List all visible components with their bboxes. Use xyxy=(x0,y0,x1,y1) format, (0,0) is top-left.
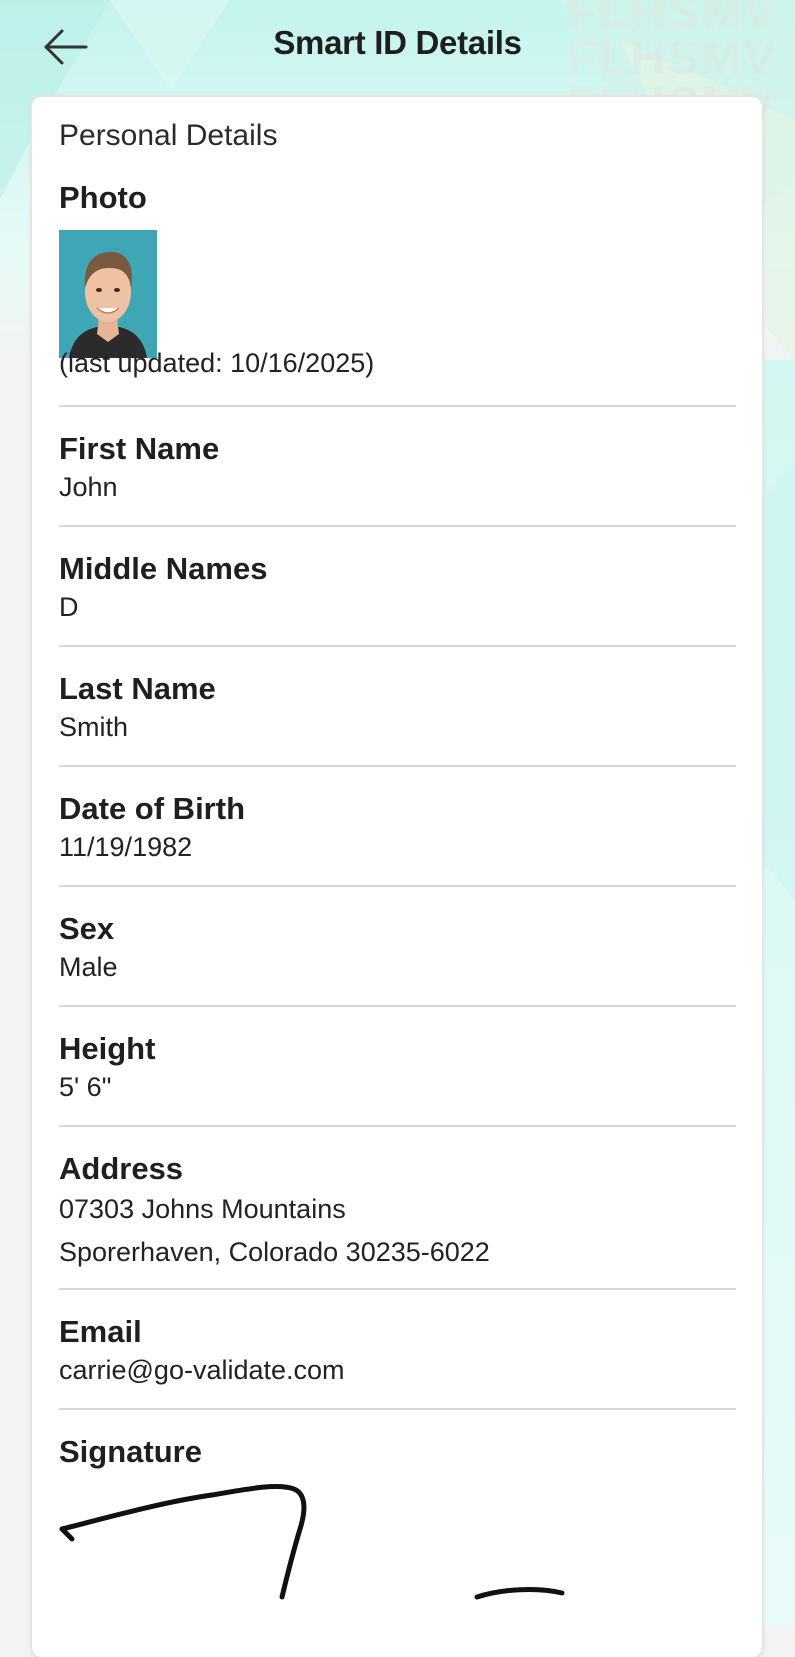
divider xyxy=(59,1125,736,1127)
height-label: Height xyxy=(59,1031,156,1066)
sex-value: Male xyxy=(59,952,118,982)
divider xyxy=(59,1408,736,1410)
date-of-birth-field: Date of Birth 11/19/1982 xyxy=(59,790,736,866)
divider xyxy=(59,405,736,407)
date-of-birth-value: 11/19/1982 xyxy=(59,832,193,862)
photo-field: Photo xyxy=(59,179,736,217)
divider xyxy=(59,885,736,887)
divider xyxy=(59,525,736,527)
address-field: Address 07303 Johns Mountains Sporerhave… xyxy=(59,1150,736,1274)
personal-details-card: Personal Details Photo (last updated: 10… xyxy=(32,97,762,1657)
height-field: Height 5' 6" xyxy=(59,1030,736,1106)
last-name-value: Smith xyxy=(59,712,129,742)
photo-label: Photo xyxy=(59,180,147,215)
signature-label: Signature xyxy=(59,1434,202,1469)
sex-field: Sex Male xyxy=(59,910,736,986)
page-title: Smart ID Details xyxy=(273,24,522,61)
email-value: carrie@go-validate.com xyxy=(59,1355,345,1385)
section-title: Personal Details xyxy=(59,119,278,152)
sex-label: Sex xyxy=(59,911,115,946)
last-name-field: Last Name Smith xyxy=(59,670,736,746)
app-header: Smart ID Details xyxy=(0,0,795,96)
date-of-birth-label: Date of Birth xyxy=(59,791,245,826)
signature-field: Signature xyxy=(59,1433,736,1471)
first-name-field: First Name John xyxy=(59,430,736,506)
divider xyxy=(59,1005,736,1007)
first-name-label: First Name xyxy=(59,431,220,466)
height-value: 5' 6" xyxy=(59,1072,112,1102)
middle-names-field: Middle Names D xyxy=(59,550,736,626)
middle-names-label: Middle Names xyxy=(59,551,268,586)
email-field: Email carrie@go-validate.com xyxy=(59,1313,736,1389)
address-line-1: 07303 Johns Mountains xyxy=(59,1194,346,1224)
middle-names-value: D xyxy=(59,592,79,622)
divider xyxy=(59,645,736,647)
photo-last-updated: (last updated: 10/16/2025) xyxy=(59,348,375,378)
address-label: Address xyxy=(59,1151,184,1186)
divider xyxy=(59,1288,736,1290)
divider xyxy=(59,765,736,767)
first-name-value: John xyxy=(59,472,118,502)
email-label: Email xyxy=(59,1314,142,1349)
last-name-label: Last Name xyxy=(59,671,216,706)
address-line-2: Sporerhaven, Colorado 30235-6022 xyxy=(59,1237,490,1267)
profile-photo xyxy=(59,230,157,358)
